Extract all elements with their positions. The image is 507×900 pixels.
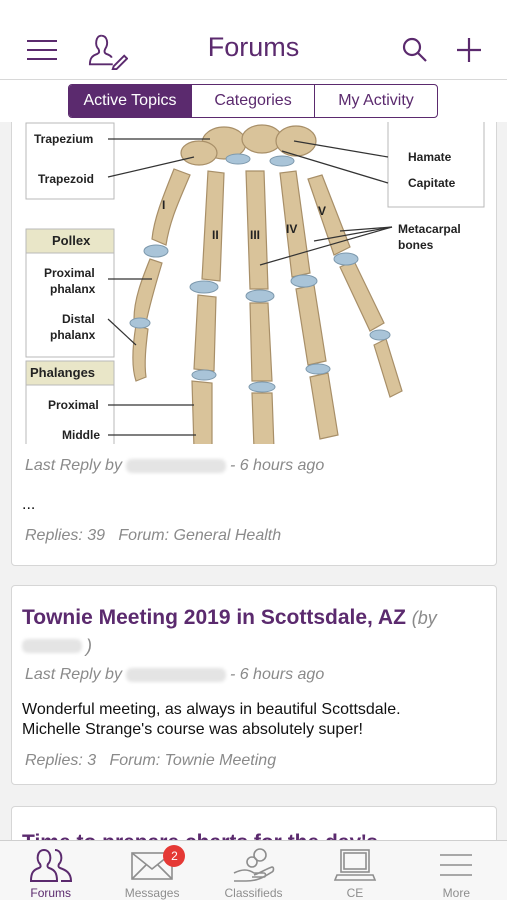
label-trapezium: Trapezium <box>34 132 93 146</box>
topic-title[interactable]: Townie Meeting 2019 in Scottsdale, AZ (b… <box>22 604 487 660</box>
label-middle: Middle <box>62 428 100 442</box>
label-distal-phalanx-2: phalanx <box>50 328 96 342</box>
search-icon[interactable] <box>395 30 435 70</box>
topic-card[interactable]: Townie Meeting 2019 in Scottsdale, AZ (b… <box>11 585 497 785</box>
label-proximal-phalanx-1: Proximal <box>44 266 95 280</box>
app-header: Forums <box>0 0 507 80</box>
segmented-control: Active Topics Categories My Activity <box>68 84 438 118</box>
tab-more[interactable]: More <box>406 841 507 900</box>
hand-anatomy-figure: Trapezium Trapezoid Hamate Capitate Meta… <box>24 122 494 444</box>
label-proximal-phalanx-2: phalanx <box>50 282 96 296</box>
tab-ce[interactable]: CE <box>304 841 405 900</box>
label-phalanges: Phalanges <box>30 365 95 380</box>
ce-laptop-icon <box>333 849 377 881</box>
label-hamate: Hamate <box>408 150 452 164</box>
more-icon <box>440 854 473 876</box>
post-stats: Replies: 39 Forum: General Health <box>25 527 282 544</box>
tab-messages[interactable]: 2 Messages <box>101 841 202 900</box>
tab-my-activity[interactable]: My Activity <box>315 85 437 117</box>
last-reply-line: Last Reply by - 6 hours ago <box>25 666 325 683</box>
label-roman-5: V <box>318 204 326 218</box>
redacted-username <box>125 458 226 473</box>
label-metacarpal-2: bones <box>398 238 434 252</box>
label-roman-2: II <box>212 228 219 242</box>
app: Forums Active Topics Categories My Activ… <box>0 0 507 900</box>
label-metacarpal-1: Metacarpal <box>398 222 461 236</box>
messages-badge: 2 <box>163 845 186 867</box>
redacted-author <box>22 639 82 654</box>
tab-categories[interactable]: Categories <box>192 85 315 117</box>
post-excerpt: ... <box>22 496 36 513</box>
label-pollex: Pollex <box>52 233 91 248</box>
bottom-tab-bar: Forums 2 Messages Classifieds CE More <box>0 840 507 900</box>
topic-list[interactable]: Trapezium Trapezoid Hamate Capitate Meta… <box>0 122 507 840</box>
post-excerpt: Wonderful meeting, as always in beautifu… <box>22 701 401 738</box>
label-trapezoid: Trapezoid <box>38 172 94 186</box>
add-topic-icon[interactable] <box>449 30 489 70</box>
tab-forums[interactable]: Forums <box>0 841 101 900</box>
label-distal-phalanx-1: Distal <box>62 312 95 326</box>
label-roman-4: IV <box>286 222 297 236</box>
topic-card[interactable]: Time to prepare charts for the day's <box>11 806 497 840</box>
last-reply-line: Last Reply by - 6 hours ago <box>25 457 325 474</box>
classifieds-icon <box>233 848 274 882</box>
topic-card[interactable]: Trapezium Trapezoid Hamate Capitate Meta… <box>11 122 497 566</box>
tab-active-topics[interactable]: Active Topics <box>69 85 192 117</box>
tab-classifieds[interactable]: Classifieds <box>203 841 304 900</box>
topic-title[interactable]: Time to prepare charts for the day's <box>22 829 487 840</box>
segment-bar: Active Topics Categories My Activity <box>0 80 507 122</box>
forums-icon <box>29 848 72 882</box>
label-proximal: Proximal <box>48 398 99 412</box>
post-stats: Replies: 3 Forum: Townie Meeting <box>25 752 277 769</box>
label-capitate: Capitate <box>408 176 456 190</box>
label-roman-1: I <box>162 198 165 212</box>
label-roman-3: III <box>250 228 260 242</box>
redacted-username <box>125 667 226 682</box>
